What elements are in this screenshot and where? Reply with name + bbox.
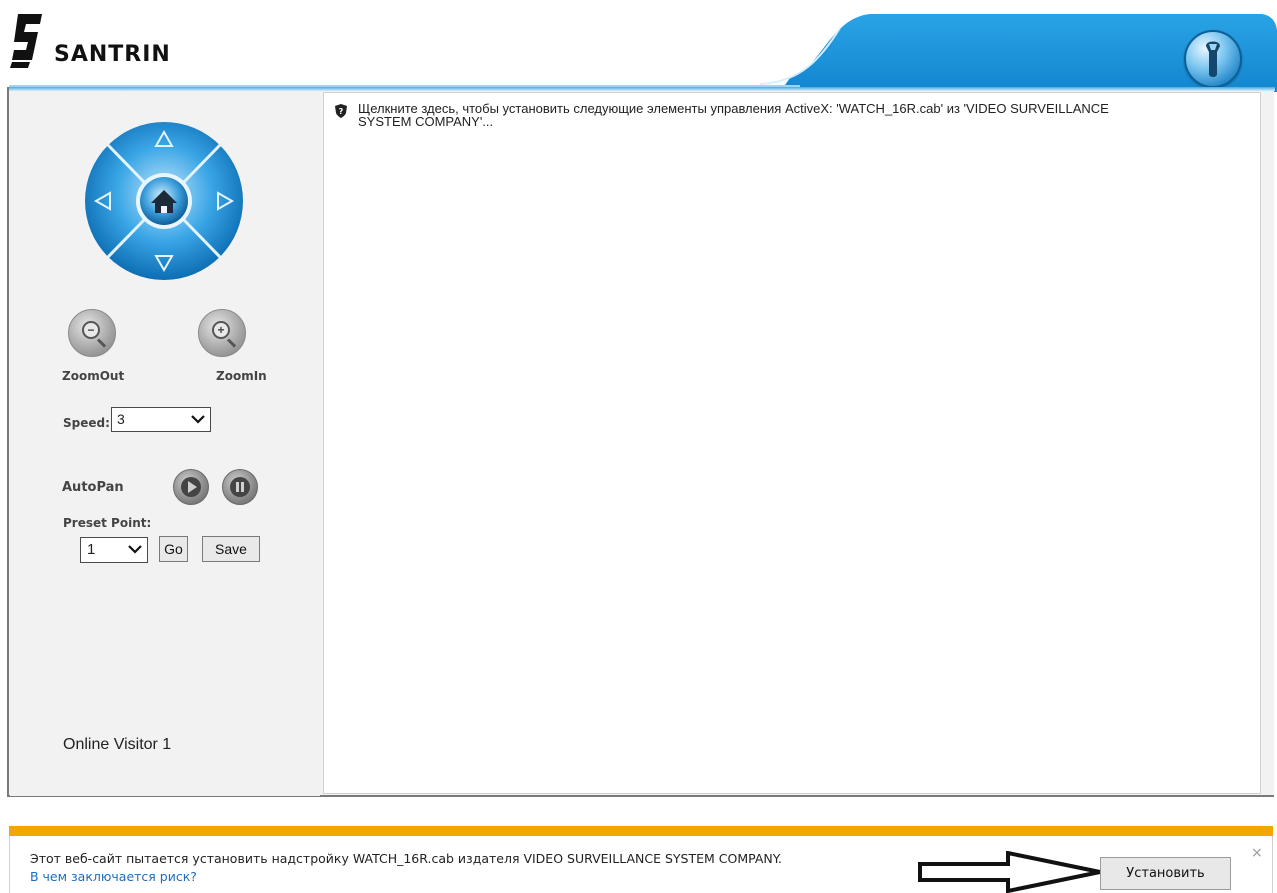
speed-value: 3: [117, 411, 125, 427]
activex-info-bar[interactable]: ? Щелкните здесь, чтобы установить следу…: [334, 102, 1234, 128]
logo-text: SANTRIN: [54, 42, 171, 67]
logo-mark-icon: [10, 14, 42, 68]
chevron-down-icon: [128, 541, 142, 557]
chevron-down-icon: [191, 411, 205, 427]
shield-icon: ?: [335, 104, 347, 118]
notification-message: Этот веб-сайт пытается установить надстр…: [30, 851, 782, 866]
go-button[interactable]: Go: [159, 536, 188, 562]
preset-select[interactable]: 1: [80, 537, 148, 563]
zoom-out-button[interactable]: −: [68, 309, 116, 357]
save-button[interactable]: Save: [202, 536, 260, 562]
zoom-out-label: ZoomOut: [62, 369, 125, 383]
svg-text:?: ?: [339, 107, 344, 116]
header: SANTRIN: [0, 0, 1277, 92]
zoom-in-icon: +: [212, 321, 230, 339]
activex-message: Щелкните здесь, чтобы установить следующ…: [358, 102, 1109, 128]
speed-label: Speed:: [63, 416, 110, 430]
arrow-right-icon: [918, 851, 1101, 893]
risk-link[interactable]: В чем заключается риск?: [30, 869, 197, 884]
frame-accent-line: [9, 87, 1275, 91]
zoom-in-label: ZoomIn: [216, 369, 267, 383]
online-visitor-count: Online Visitor 1: [63, 736, 172, 753]
play-icon: [181, 477, 201, 497]
autopan-stop-button[interactable]: [222, 469, 258, 505]
close-icon[interactable]: ×: [1251, 845, 1263, 861]
zoom-out-icon: −: [82, 321, 100, 339]
video-content-area: ? Щелкните здесь, чтобы установить следу…: [323, 92, 1261, 794]
autopan-label: AutoPan: [62, 480, 124, 495]
activex-message-line2: SYSTEM COMPANY'...: [358, 114, 494, 129]
preset-value: 1: [87, 541, 96, 558]
stop-icon: [230, 477, 250, 497]
install-button[interactable]: Установить: [1100, 857, 1231, 890]
notification-accent-bar: [9, 826, 1273, 836]
settings-button[interactable]: [1184, 30, 1242, 88]
logo: SANTRIN: [8, 12, 208, 72]
speed-select[interactable]: 3: [111, 407, 211, 432]
preset-label: Preset Point:: [63, 516, 152, 530]
wrench-icon: [1206, 41, 1220, 77]
zoom-in-button[interactable]: +: [198, 309, 246, 357]
ptz-control: [85, 122, 243, 280]
autopan-play-button[interactable]: [173, 469, 209, 505]
